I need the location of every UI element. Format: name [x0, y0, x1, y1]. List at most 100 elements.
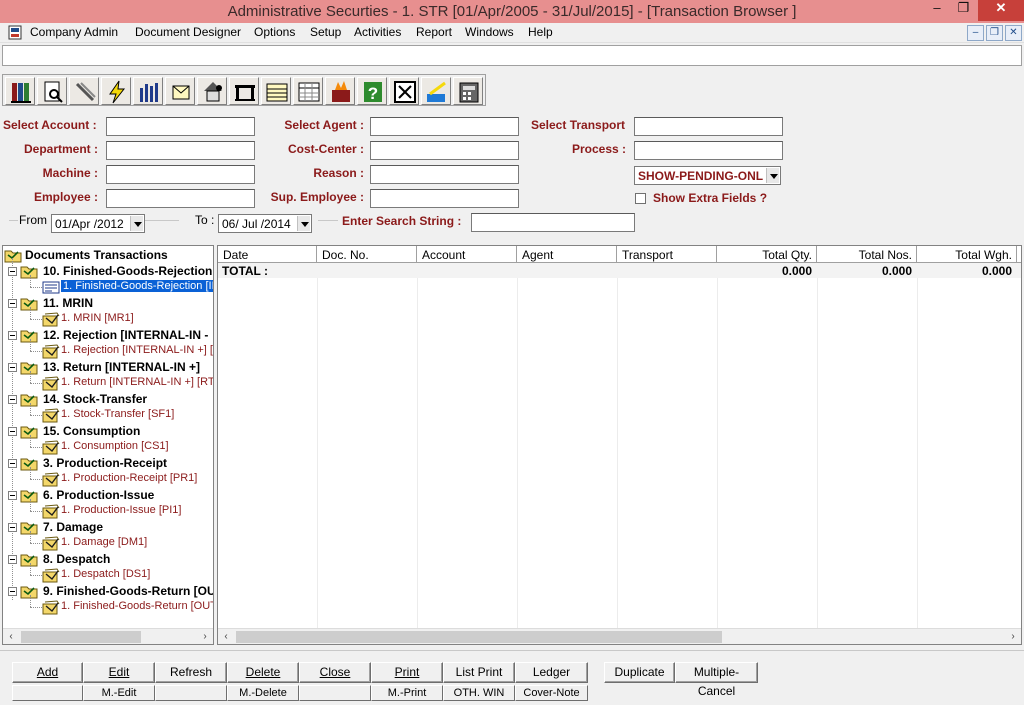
tree-group[interactable]: 15. Consumption — [3, 423, 213, 439]
tree-document-item[interactable]: 1. Consumption [CS1] — [3, 435, 213, 455]
menu-document-designer[interactable]: Document Designer — [135, 25, 241, 39]
pending-filter-dropdown[interactable]: SHOW-PENDING-ONL — [634, 166, 781, 185]
bar-chart-button[interactable] — [133, 77, 163, 105]
tree-document-item[interactable]: 1. Finished-Goods-Rejection [IN — [3, 275, 213, 295]
menu-report[interactable]: Report — [416, 25, 452, 39]
collapse-icon[interactable] — [8, 331, 17, 340]
collapse-icon[interactable] — [8, 267, 17, 276]
scroll-right-icon[interactable]: › — [1005, 629, 1021, 644]
chevron-down-icon[interactable] — [130, 216, 143, 231]
collapse-icon[interactable] — [8, 459, 17, 468]
edit-button[interactable]: Edit — [83, 662, 155, 683]
close-button[interactable]: ✕ — [978, 0, 1024, 21]
ruled-sheet-button[interactable] — [261, 77, 291, 105]
m-print-button[interactable]: M.-Print — [371, 685, 443, 701]
m-edit-button[interactable]: M.-Edit — [83, 685, 155, 701]
tree-document-item[interactable]: 1. Stock-Transfer [SF1] — [3, 403, 213, 423]
help-button[interactable]: ? — [357, 77, 387, 105]
col-header-agent[interactable]: Agent — [517, 246, 617, 263]
collapse-icon[interactable] — [8, 491, 17, 500]
tree-group[interactable]: 12. Rejection [INTERNAL-IN - — [3, 327, 213, 343]
sup-employee-input[interactable] — [370, 189, 519, 208]
machine-input[interactable] — [106, 165, 255, 184]
collapse-icon[interactable] — [8, 299, 17, 308]
grid-scroll-thumb[interactable] — [236, 631, 722, 643]
account-input[interactable] — [106, 117, 255, 136]
agent-input[interactable] — [370, 117, 519, 136]
to-date-picker[interactable]: 06/ Jul /2014 — [218, 214, 312, 233]
calendar-grid-button[interactable] — [293, 77, 323, 105]
tree-document-item[interactable]: 1. Despatch [DS1] — [3, 563, 213, 583]
refresh-button[interactable]: Refresh — [155, 662, 227, 683]
mdi-close-button[interactable]: ✕ — [1005, 25, 1022, 41]
search-document-button[interactable] — [37, 77, 67, 105]
tree-scroll-thumb[interactable] — [21, 631, 141, 643]
tree-document-item[interactable]: 1. Return [INTERNAL-IN +] [RT — [3, 371, 213, 391]
chevron-down-icon[interactable] — [297, 216, 310, 231]
print-button[interactable]: Print — [371, 662, 443, 683]
tree-document-item[interactable]: 1. Production-Issue [PI1] — [3, 499, 213, 519]
ledger-button[interactable]: Ledger — [515, 662, 588, 683]
m-delete-button[interactable]: M.-Delete — [227, 685, 299, 701]
tree-root[interactable]: Documents Transactions — [3, 247, 213, 263]
bridge-button[interactable] — [229, 77, 259, 105]
add-button[interactable]: Add — [12, 662, 83, 683]
extra-fields-checkbox[interactable] — [635, 193, 646, 204]
scroll-left-icon[interactable]: ‹ — [3, 629, 19, 644]
tree-group[interactable]: 13. Return [INTERNAL-IN +] — [3, 359, 213, 375]
chevron-down-icon[interactable] — [766, 168, 779, 183]
menu-options[interactable]: Options — [254, 25, 295, 39]
cover-note-button[interactable]: Cover-Note — [515, 685, 588, 701]
collapse-icon[interactable] — [8, 523, 17, 532]
menu-activities[interactable]: Activities — [354, 25, 401, 39]
col-header-total-wgh[interactable]: Total Wgh. — [917, 246, 1017, 263]
tree-group[interactable]: 7. Damage — [3, 519, 213, 535]
blank-button-3[interactable] — [299, 685, 371, 701]
oth-win-button[interactable]: OTH. WIN — [443, 685, 515, 701]
envelope-button[interactable] — [165, 77, 195, 105]
close-box-button[interactable] — [389, 77, 419, 105]
menu-setup[interactable]: Setup — [310, 25, 341, 39]
tree-group[interactable]: 10. Finished-Goods-Rejection — [3, 263, 213, 279]
calculator-button[interactable] — [453, 77, 483, 105]
menu-help[interactable]: Help — [528, 25, 553, 39]
tree-group[interactable]: 3. Production-Receipt — [3, 455, 213, 471]
col-header-total-nos[interactable]: Total Nos. — [817, 246, 917, 263]
tree-group[interactable]: 9. Finished-Goods-Return [OU — [3, 583, 213, 599]
books-button[interactable] — [5, 77, 35, 105]
tree-document-item[interactable]: 1. Rejection [INTERNAL-IN +] [I — [3, 339, 213, 359]
col-header-total-qty[interactable]: Total Qty. — [717, 246, 817, 263]
delete-button[interactable]: Delete — [227, 662, 299, 683]
collapse-icon[interactable] — [8, 363, 17, 372]
tree-document-item[interactable]: 1. Damage [DM1] — [3, 531, 213, 551]
transport-input[interactable] — [634, 117, 783, 136]
app-icon[interactable] — [8, 25, 22, 40]
col-header-doc-no[interactable]: Doc. No. — [317, 246, 417, 263]
house-person-button[interactable] — [197, 77, 227, 105]
blank-button-2[interactable] — [155, 685, 227, 701]
col-header-account[interactable]: Account — [417, 246, 517, 263]
tree-group[interactable]: 14. Stock-Transfer — [3, 391, 213, 407]
restore-button[interactable]: ❐ — [950, 0, 977, 21]
close-form-button[interactable]: Close — [299, 662, 371, 683]
lightning-button[interactable] — [101, 77, 131, 105]
reason-input[interactable] — [370, 165, 519, 184]
collapse-icon[interactable] — [8, 587, 17, 596]
tree-group[interactable]: 6. Production-Issue — [3, 487, 213, 503]
edit-chart-button[interactable] — [421, 77, 451, 105]
collapse-icon[interactable] — [8, 427, 17, 436]
col-header-date[interactable]: Date — [218, 246, 317, 263]
process-input[interactable] — [634, 141, 783, 160]
department-input[interactable] — [106, 141, 255, 160]
from-date-picker[interactable]: 01/Apr /2012 — [51, 214, 145, 233]
blank-button-1[interactable] — [12, 685, 83, 701]
collapse-icon[interactable] — [8, 395, 17, 404]
tree-horizontal-scrollbar[interactable]: ‹ › — [3, 628, 213, 644]
duplicate-button[interactable]: Duplicate — [604, 662, 675, 683]
grid-horizontal-scrollbar[interactable]: ‹ › — [218, 628, 1021, 644]
cost-center-input[interactable] — [370, 141, 519, 160]
mdi-restore-button[interactable]: ❐ — [986, 25, 1003, 41]
tree-document-item[interactable]: 1. MRIN [MR1] — [3, 307, 213, 327]
collapse-icon[interactable] — [8, 555, 17, 564]
multiple-cancel-button[interactable]: Multiple-Cancel — [675, 662, 758, 698]
